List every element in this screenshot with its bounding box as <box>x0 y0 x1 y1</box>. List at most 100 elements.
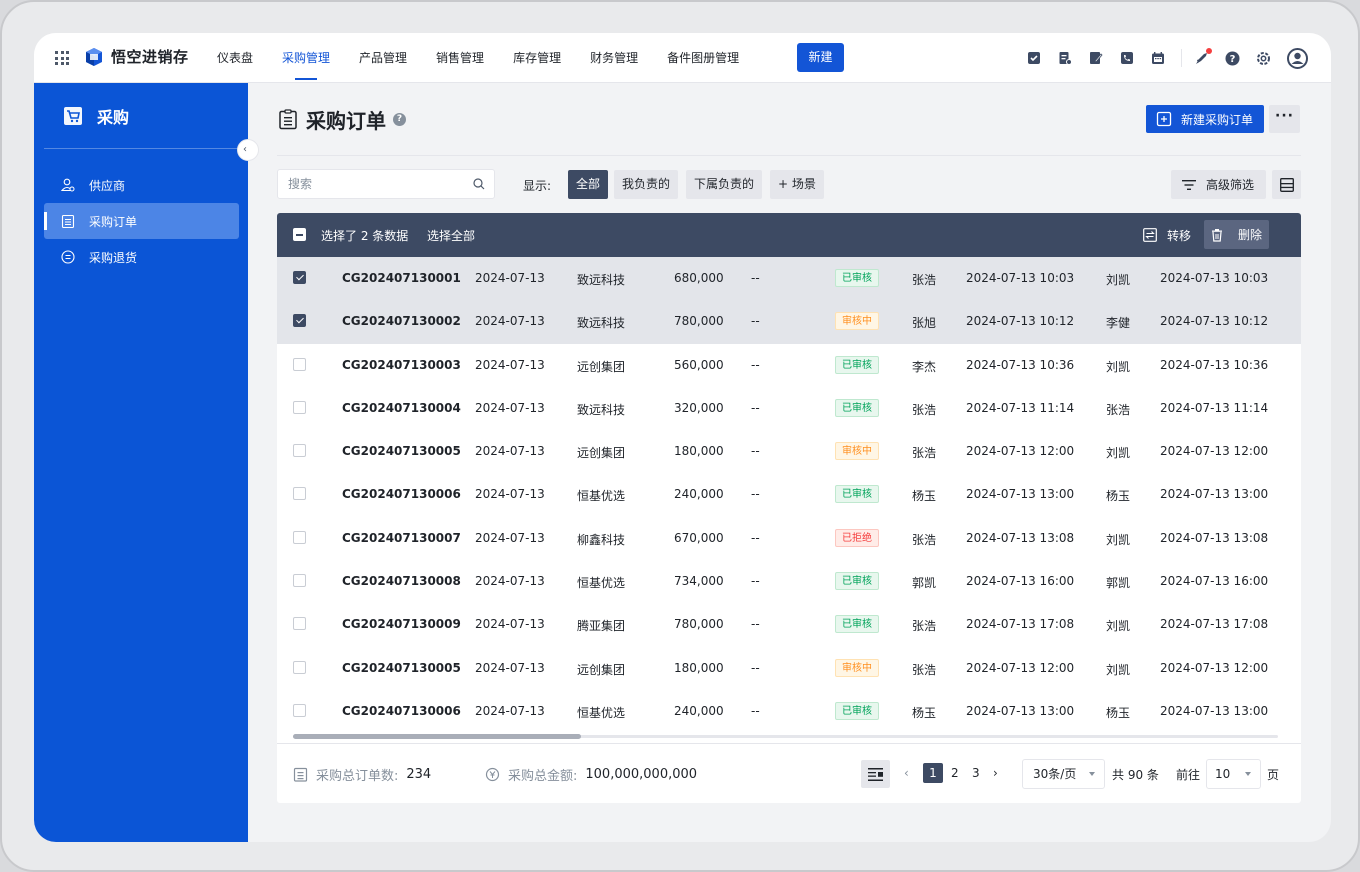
search-icon[interactable] <box>473 178 485 190</box>
horizontal-scrollbar-thumb[interactable] <box>293 734 581 739</box>
cell-person1: 张浩 <box>912 273 937 287</box>
table-row[interactable]: CG202407130003 2024-07-13 远创集团 560,000 -- 已审核… <box>277 344 1301 387</box>
cell-status: 已审核 <box>835 615 879 634</box>
edit-icon[interactable] <box>1088 51 1103 66</box>
cell-no[interactable]: CG202407130008 <box>342 574 461 588</box>
cell-no[interactable]: CG202407130006 <box>342 487 461 501</box>
sidebar-item-label: 供应商 <box>89 178 126 193</box>
row-checkbox[interactable] <box>293 400 306 414</box>
table-row[interactable]: CG202407130007 2024-07-13 柳鑫科技 670,000 -- 已拒绝… <box>277 517 1301 560</box>
row-checkbox[interactable] <box>293 660 306 674</box>
table-row[interactable]: CG202407130001 2024-07-13 致远科技 680,000 -- 已审核… <box>277 257 1301 301</box>
settings-icon[interactable] <box>1256 51 1271 66</box>
cell-no[interactable]: CG202407130003 <box>342 358 461 372</box>
pagination-icon <box>868 767 883 781</box>
row-checkbox[interactable] <box>293 444 306 458</box>
columns-icon <box>1279 177 1294 192</box>
table-row[interactable]: CG202407130005 2024-07-13 远创集团 180,000 -- 审核中… <box>277 647 1301 690</box>
transfer-button[interactable]: 转移 <box>1143 222 1191 248</box>
cell-no[interactable]: CG202407130001 <box>342 271 461 285</box>
filter-chip-2[interactable]: 下属负责的 <box>686 170 763 199</box>
row-checkbox[interactable] <box>293 703 306 717</box>
more-button[interactable]: ··· <box>1269 105 1300 133</box>
cell-no[interactable]: CG202407130007 <box>342 531 461 545</box>
nav-item-1[interactable]: 采购管理 <box>282 33 330 83</box>
list-icon <box>293 767 308 782</box>
row-checkbox[interactable] <box>293 357 306 371</box>
table-row[interactable]: CG202407130002 2024-07-13 致远科技 780,000 -- 审核中… <box>277 300 1301 344</box>
cell-no[interactable]: CG202407130006 <box>342 704 461 718</box>
cell-no[interactable]: CG202407130004 <box>342 401 461 415</box>
app-logo[interactable]: 悟空进销存 <box>84 46 189 67</box>
cell-supplier: 恒基优选 <box>577 576 626 591</box>
cell-amount: 180,000 <box>674 660 724 675</box>
nav-new-button[interactable]: 新建 <box>797 43 844 72</box>
delete-button[interactable]: 删除 <box>1204 220 1269 249</box>
sidebar-item-0[interactable]: 供应商 <box>44 167 239 203</box>
row-checkbox[interactable] <box>293 617 306 631</box>
app-grid-icon[interactable] <box>55 51 69 65</box>
page-size-select[interactable]: 30条/页 <box>1022 759 1105 789</box>
check-square-icon[interactable] <box>1026 51 1041 66</box>
sidebar-item-2[interactable]: 采购退货 <box>44 239 239 275</box>
nav-item-0[interactable]: 仪表盘 <box>217 33 253 83</box>
nav-item-4[interactable]: 库存管理 <box>513 33 561 83</box>
cell-dash: -- <box>751 357 760 372</box>
cell-no[interactable]: CG202407130002 <box>342 314 461 328</box>
column-settings-button[interactable] <box>1272 170 1301 199</box>
cell-date: 2024-07-13 <box>475 530 545 545</box>
table-row[interactable]: CG202407130008 2024-07-13 恒基优选 734,000 -- 已审核… <box>277 560 1301 603</box>
page-3[interactable]: 3 <box>972 766 980 780</box>
cell-dash: -- <box>751 487 760 502</box>
cell-dash: -- <box>751 617 760 632</box>
nav-item-5[interactable]: 财务管理 <box>590 33 638 83</box>
nav-item-2[interactable]: 产品管理 <box>359 33 407 83</box>
filter-chip-1[interactable]: 我负责的 <box>614 170 679 199</box>
pagination-layout-button[interactable] <box>861 760 890 788</box>
page-current[interactable]: 1 <box>923 763 943 783</box>
new-purchase-order-button[interactable]: 新建采购订单 <box>1146 105 1264 133</box>
user-avatar-icon[interactable] <box>1287 47 1308 69</box>
select-all-link[interactable]: 选择全部 <box>427 227 475 244</box>
cell-time1: 2024-07-13 10:36 <box>966 357 1075 372</box>
search-input[interactable] <box>288 177 468 191</box>
cell-person1: 张浩 <box>912 619 937 634</box>
search-box[interactable] <box>277 169 495 199</box>
table-row[interactable]: CG202407130006 2024-07-13 恒基优选 240,000 -- 已审核… <box>277 690 1301 733</box>
phone-icon[interactable] <box>1119 51 1134 66</box>
deselect-all-checkbox[interactable] <box>293 228 306 241</box>
row-checkbox[interactable] <box>293 314 306 328</box>
advanced-filter-button[interactable]: 高级筛选 <box>1171 170 1266 199</box>
row-checkbox[interactable] <box>293 487 306 501</box>
row-checkbox[interactable] <box>293 530 306 544</box>
cell-time2: 2024-07-13 10:12 <box>1160 314 1269 329</box>
table-row[interactable]: CG202407130009 2024-07-13 腾亚集团 780,000 -- 已审核… <box>277 603 1301 646</box>
cell-dash: -- <box>751 574 760 589</box>
cube-logo-icon <box>86 47 102 66</box>
return-icon <box>61 250 75 264</box>
row-checkbox[interactable] <box>293 271 306 284</box>
filter-chip-3[interactable]: + 场景 <box>770 170 824 199</box>
help-icon[interactable]: ? <box>1225 51 1240 66</box>
app-name: 悟空进销存 <box>111 48 189 66</box>
document-icon[interactable] <box>1057 51 1072 66</box>
calendar-icon[interactable] <box>1150 51 1165 66</box>
table-row[interactable]: CG202407130005 2024-07-13 远创集团 180,000 -- 审核中… <box>277 430 1301 473</box>
cell-no[interactable]: CG202407130009 <box>342 617 461 631</box>
question-icon[interactable]: ? <box>393 113 406 126</box>
filter-chip-0[interactable]: 全部 <box>568 170 609 199</box>
prev-page-icon[interactable]: ‹ <box>904 766 909 780</box>
cell-supplier: 恒基优选 <box>577 705 626 720</box>
sidebar-item-1[interactable]: 采购订单 <box>44 203 239 239</box>
cell-no[interactable]: CG202407130005 <box>342 444 461 458</box>
table-row[interactable]: CG202407130006 2024-07-13 恒基优选 240,000 -- 已审核… <box>277 473 1301 516</box>
nav-item-6[interactable]: 备件图册管理 <box>667 33 739 83</box>
next-page-icon[interactable]: › <box>993 766 998 780</box>
nav-item-3[interactable]: 销售管理 <box>436 33 484 83</box>
cell-no[interactable]: CG202407130005 <box>342 661 461 675</box>
goto-page-select[interactable]: 10 <box>1206 759 1261 789</box>
table-row[interactable]: CG202407130004 2024-07-13 致远科技 320,000 -- 已审核… <box>277 387 1301 430</box>
rocket-icon[interactable] <box>1194 47 1212 66</box>
page-2[interactable]: 2 <box>951 766 959 780</box>
row-checkbox[interactable] <box>293 574 306 588</box>
